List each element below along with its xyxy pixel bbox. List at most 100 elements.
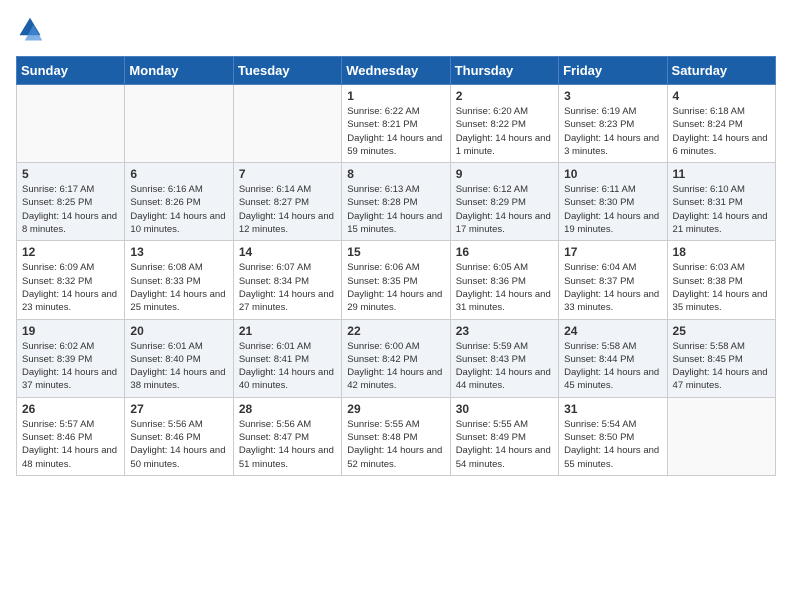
day-number: 29 <box>347 402 444 416</box>
calendar-cell-12: 12 Sunrise: 6:09 AMSunset: 8:32 PMDayligh… <box>17 241 125 319</box>
calendar-table: SundayMondayTuesdayWednesdayThursdayFrid… <box>16 56 776 476</box>
calendar-week-3: 12 Sunrise: 6:09 AMSunset: 8:32 PMDayligh… <box>17 241 776 319</box>
cell-info: Sunrise: 6:20 AMSunset: 8:22 PMDaylight:… <box>456 105 553 158</box>
cell-info: Sunrise: 5:58 AMSunset: 8:44 PMDaylight:… <box>564 340 661 393</box>
day-number: 31 <box>564 402 661 416</box>
day-number: 12 <box>22 245 119 259</box>
day-number: 22 <box>347 324 444 338</box>
calendar-week-1: 1Sunrise: 6:22 AMSunset: 8:21 PMDaylight… <box>17 85 776 163</box>
calendar-cell-26: 26 Sunrise: 5:57 AMSunset: 8:46 PMDayligh… <box>17 397 125 475</box>
day-number: 5 <box>22 167 119 181</box>
day-number: 16 <box>456 245 553 259</box>
calendar-week-5: 26 Sunrise: 5:57 AMSunset: 8:46 PMDayligh… <box>17 397 776 475</box>
day-number: 14 <box>239 245 336 259</box>
calendar-cell-4: 4Sunrise: 6:18 AMSunset: 8:24 PMDaylight… <box>667 85 775 163</box>
day-number: 30 <box>456 402 553 416</box>
calendar-cell-31: 31 Sunrise: 5:54 AMSunset: 8:50 PMDayligh… <box>559 397 667 475</box>
calendar-cell-17: 17Sunrise: 6:04 AMSunset: 8:37 PMDayligh… <box>559 241 667 319</box>
cell-info: Sunrise: 5:58 AMSunset: 8:45 PMDaylight:… <box>673 340 770 393</box>
day-number: 28 <box>239 402 336 416</box>
page-header <box>16 16 776 44</box>
day-number: 11 <box>673 167 770 181</box>
calendar-cell-11: 11 Sunrise: 6:10 AMSunset: 8:31 PMDayligh… <box>667 163 775 241</box>
day-number: 4 <box>673 89 770 103</box>
calendar-cell-3: 3 Sunrise: 6:19 AMSunset: 8:23 PMDaylight… <box>559 85 667 163</box>
calendar-cell-14: 14 Sunrise: 6:07 AMSunset: 8:34 PMDayligh… <box>233 241 341 319</box>
cell-info: Sunrise: 6:00 AMSunset: 8:42 PMDaylight:… <box>347 340 444 393</box>
day-number: 26 <box>22 402 119 416</box>
logo <box>16 16 48 44</box>
col-header-monday: Monday <box>125 57 233 85</box>
calendar-cell-1: 1Sunrise: 6:22 AMSunset: 8:21 PMDaylight… <box>342 85 450 163</box>
cell-info: Sunrise: 6:01 AMSunset: 8:40 PMDaylight:… <box>130 340 227 393</box>
day-number: 19 <box>22 324 119 338</box>
day-number: 18 <box>673 245 770 259</box>
cell-info: Sunrise: 6:14 AMSunset: 8:27 PMDaylight:… <box>239 183 336 236</box>
calendar-cell-empty <box>233 85 341 163</box>
day-number: 25 <box>673 324 770 338</box>
day-number: 24 <box>564 324 661 338</box>
calendar-cell-6: 6 Sunrise: 6:16 AMSunset: 8:26 PMDaylight… <box>125 163 233 241</box>
cell-info: Sunrise: 5:55 AMSunset: 8:48 PMDaylight:… <box>347 418 444 471</box>
day-number: 9 <box>456 167 553 181</box>
calendar-cell-23: 23 Sunrise: 5:59 AMSunset: 8:43 PMDayligh… <box>450 319 558 397</box>
cell-info: Sunrise: 6:03 AMSunset: 8:38 PMDaylight:… <box>673 261 770 314</box>
day-number: 2 <box>456 89 553 103</box>
day-number: 21 <box>239 324 336 338</box>
cell-info: Sunrise: 6:09 AMSunset: 8:32 PMDaylight:… <box>22 261 119 314</box>
cell-info: Sunrise: 5:56 AMSunset: 8:46 PMDaylight:… <box>130 418 227 471</box>
calendar-cell-8: 8 Sunrise: 6:13 AMSunset: 8:28 PMDaylight… <box>342 163 450 241</box>
cell-info: Sunrise: 5:57 AMSunset: 8:46 PMDaylight:… <box>22 418 119 471</box>
col-header-tuesday: Tuesday <box>233 57 341 85</box>
cell-info: Sunrise: 6:16 AMSunset: 8:26 PMDaylight:… <box>130 183 227 236</box>
calendar-cell-empty <box>17 85 125 163</box>
logo-icon <box>16 16 44 44</box>
day-number: 15 <box>347 245 444 259</box>
day-number: 7 <box>239 167 336 181</box>
day-number: 13 <box>130 245 227 259</box>
calendar-cell-19: 19 Sunrise: 6:02 AMSunset: 8:39 PMDayligh… <box>17 319 125 397</box>
day-number: 6 <box>130 167 227 181</box>
calendar-header-row: SundayMondayTuesdayWednesdayThursdayFrid… <box>17 57 776 85</box>
day-number: 3 <box>564 89 661 103</box>
cell-info: Sunrise: 6:07 AMSunset: 8:34 PMDaylight:… <box>239 261 336 314</box>
calendar-cell-9: 9Sunrise: 6:12 AMSunset: 8:29 PMDaylight… <box>450 163 558 241</box>
cell-info: Sunrise: 6:02 AMSunset: 8:39 PMDaylight:… <box>22 340 119 393</box>
cell-info: Sunrise: 6:19 AMSunset: 8:23 PMDaylight:… <box>564 105 661 158</box>
calendar-cell-empty <box>667 397 775 475</box>
calendar-week-2: 5Sunrise: 6:17 AMSunset: 8:25 PMDaylight… <box>17 163 776 241</box>
calendar-cell-13: 13Sunrise: 6:08 AMSunset: 8:33 PMDayligh… <box>125 241 233 319</box>
day-number: 8 <box>347 167 444 181</box>
col-header-saturday: Saturday <box>667 57 775 85</box>
calendar-cell-10: 10Sunrise: 6:11 AMSunset: 8:30 PMDayligh… <box>559 163 667 241</box>
calendar-cell-16: 16 Sunrise: 6:05 AMSunset: 8:36 PMDayligh… <box>450 241 558 319</box>
col-header-thursday: Thursday <box>450 57 558 85</box>
cell-info: Sunrise: 6:22 AMSunset: 8:21 PMDaylight:… <box>347 105 444 158</box>
calendar-cell-empty <box>125 85 233 163</box>
calendar-cell-25: 25 Sunrise: 5:58 AMSunset: 8:45 PMDayligh… <box>667 319 775 397</box>
calendar-cell-27: 27 Sunrise: 5:56 AMSunset: 8:46 PMDayligh… <box>125 397 233 475</box>
day-number: 20 <box>130 324 227 338</box>
cell-info: Sunrise: 6:10 AMSunset: 8:31 PMDaylight:… <box>673 183 770 236</box>
cell-info: Sunrise: 5:55 AMSunset: 8:49 PMDaylight:… <box>456 418 553 471</box>
col-header-friday: Friday <box>559 57 667 85</box>
calendar-cell-21: 21 Sunrise: 6:01 AMSunset: 8:41 PMDayligh… <box>233 319 341 397</box>
cell-info: Sunrise: 5:54 AMSunset: 8:50 PMDaylight:… <box>564 418 661 471</box>
cell-info: Sunrise: 5:59 AMSunset: 8:43 PMDaylight:… <box>456 340 553 393</box>
calendar-cell-5: 5Sunrise: 6:17 AMSunset: 8:25 PMDaylight… <box>17 163 125 241</box>
col-header-sunday: Sunday <box>17 57 125 85</box>
day-number: 27 <box>130 402 227 416</box>
cell-info: Sunrise: 6:11 AMSunset: 8:30 PMDaylight:… <box>564 183 661 236</box>
cell-info: Sunrise: 6:06 AMSunset: 8:35 PMDaylight:… <box>347 261 444 314</box>
calendar-cell-2: 2 Sunrise: 6:20 AMSunset: 8:22 PMDaylight… <box>450 85 558 163</box>
calendar-week-4: 19 Sunrise: 6:02 AMSunset: 8:39 PMDayligh… <box>17 319 776 397</box>
cell-info: Sunrise: 6:05 AMSunset: 8:36 PMDaylight:… <box>456 261 553 314</box>
cell-info: Sunrise: 5:56 AMSunset: 8:47 PMDaylight:… <box>239 418 336 471</box>
day-number: 17 <box>564 245 661 259</box>
col-header-wednesday: Wednesday <box>342 57 450 85</box>
calendar-cell-30: 30 Sunrise: 5:55 AMSunset: 8:49 PMDayligh… <box>450 397 558 475</box>
day-number: 23 <box>456 324 553 338</box>
cell-info: Sunrise: 6:01 AMSunset: 8:41 PMDaylight:… <box>239 340 336 393</box>
calendar-cell-18: 18 Sunrise: 6:03 AMSunset: 8:38 PMDayligh… <box>667 241 775 319</box>
cell-info: Sunrise: 6:13 AMSunset: 8:28 PMDaylight:… <box>347 183 444 236</box>
